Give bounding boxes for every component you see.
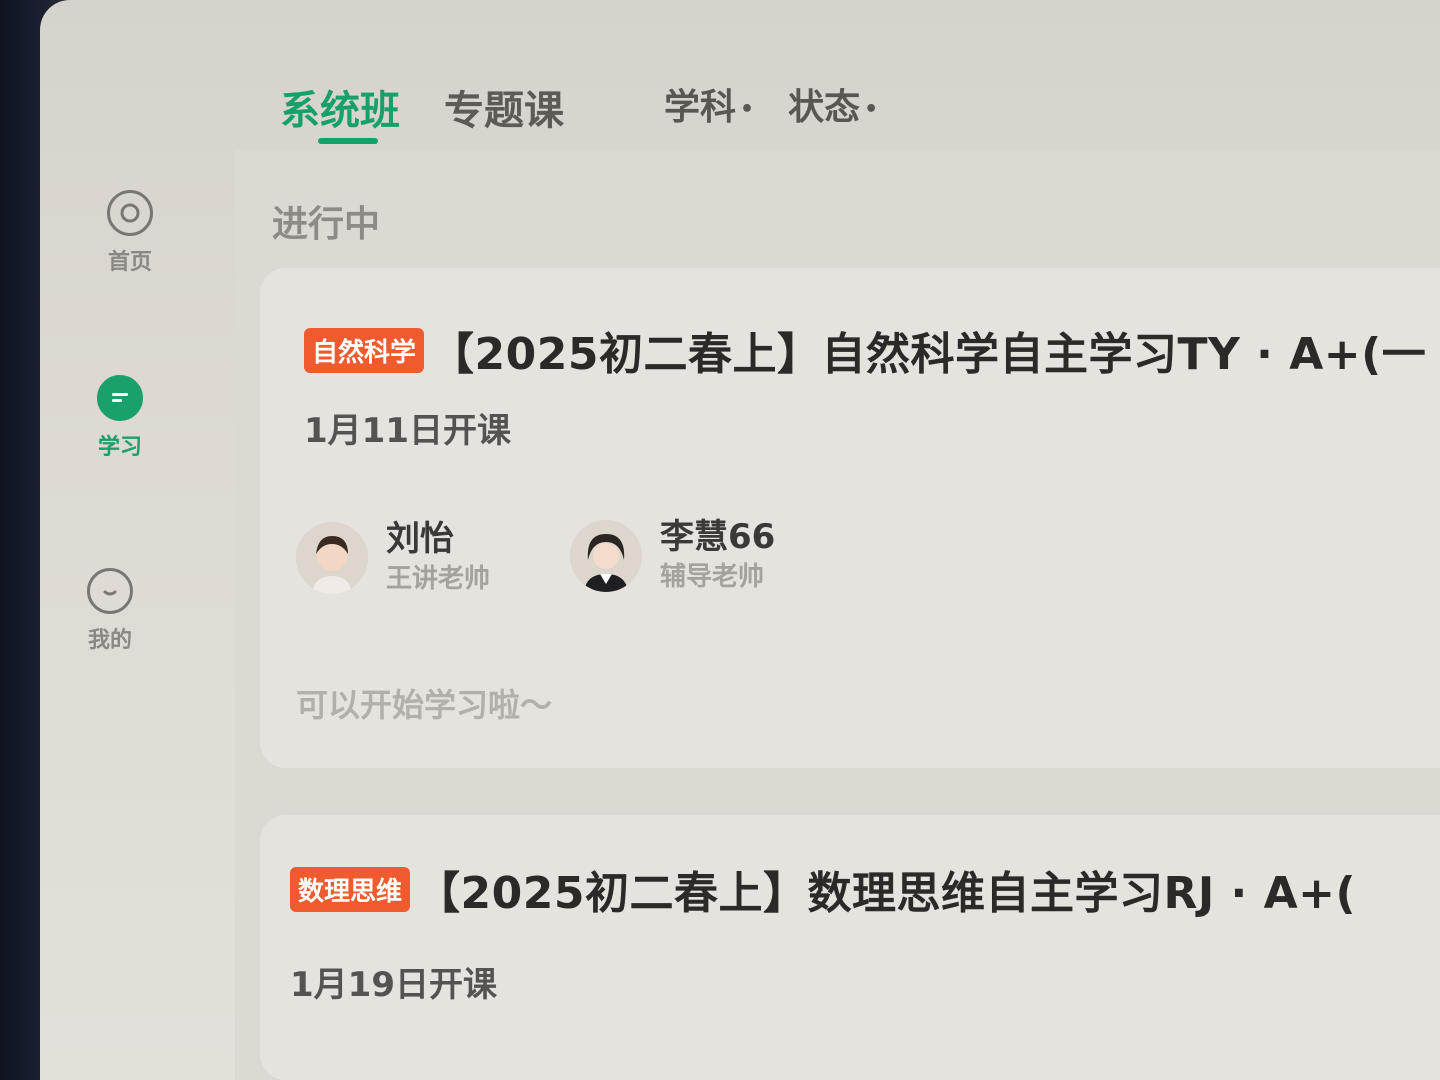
- subject-filter-label: 学科: [664, 87, 737, 128]
- sidebar-item-study[interactable]: 学习: [65, 375, 175, 461]
- avatar: [570, 519, 642, 592]
- profile-icon: [87, 568, 133, 614]
- teacher-name: 李慧66: [660, 517, 776, 557]
- tab-system-class[interactable]: 系统班: [280, 78, 400, 144]
- play-circle-icon: [107, 190, 153, 236]
- course-header: 自然科学 【2025初二春上】自然科学自主学习TY · A+(一: [304, 318, 1426, 382]
- sidebar-item-home[interactable]: 首页: [75, 190, 185, 276]
- study-icon: [97, 375, 143, 421]
- sidebar: 首页 学习 我的: [60, 150, 180, 1080]
- course-title: 【2025初二春上】自然科学自主学习TY · A+(一: [430, 329, 1427, 380]
- subject-filter-dot: •: [740, 96, 755, 122]
- teacher-role: 辅导老帅: [660, 562, 765, 592]
- course-title: 【2025初二春上】数理思维自主学习RJ · A+(: [416, 868, 1357, 919]
- status-filter-label: 状态: [788, 87, 861, 128]
- status-hint: 可以开始学习啦～: [296, 686, 553, 724]
- subject-badge: 数理思维: [290, 866, 411, 912]
- subject-filter[interactable]: 学科 •: [664, 78, 754, 130]
- subject-badge: 自然科学: [304, 327, 425, 373]
- teacher-tutor: 李慧66 辅导老帅: [570, 518, 775, 593]
- teacher-role: 王讲老帅: [386, 564, 491, 594]
- status-filter[interactable]: 状态 •: [788, 78, 878, 130]
- course-start-date: 1月11日开课: [304, 411, 511, 451]
- course-header: 数理思维 【2025初二春上】数理思维自主学习RJ · A+(: [290, 857, 1356, 921]
- course-card[interactable]: 自然科学 【2025初二春上】自然科学自主学习TY · A+(一 1月11日开课…: [260, 268, 1440, 768]
- sidebar-item-mine[interactable]: 我的: [55, 568, 165, 654]
- course-start-date: 1月19日开课: [290, 965, 497, 1005]
- sidebar-item-label: 首页: [107, 250, 152, 275]
- teacher-info: 李慧66 辅导老帅: [660, 518, 775, 593]
- teacher-info: 刘怡 王讲老帅: [386, 520, 490, 595]
- course-tabs: 系统班 专题课 学科 • 状态 •: [280, 78, 878, 148]
- sidebar-item-label: 我的: [87, 628, 132, 653]
- tab-topic-course[interactable]: 专题课: [444, 78, 564, 136]
- course-card[interactable]: 数理思维 【2025初二春上】数理思维自主学习RJ · A+( 1月19日开课: [260, 815, 1440, 1080]
- sidebar-item-label: 学习: [97, 435, 142, 460]
- teacher-main: 刘怡 王讲老帅: [296, 520, 490, 595]
- section-title: 进行中: [272, 204, 381, 245]
- status-filter-dot: •: [864, 96, 879, 122]
- teacher-name: 刘怡: [386, 519, 454, 559]
- avatar: [296, 521, 368, 594]
